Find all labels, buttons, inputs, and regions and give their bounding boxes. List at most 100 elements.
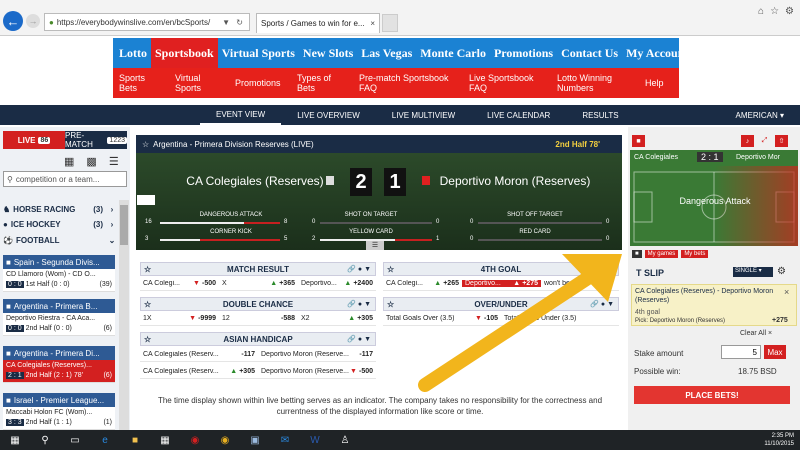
odd-cell[interactable]: 12 -588: [219, 315, 298, 322]
tab-my-games[interactable]: My games: [644, 250, 679, 258]
match-row-selected[interactable]: CA Colegiales (Reserves)... 2 : 1 2nd Ha…: [3, 360, 115, 383]
tab-live-calendar[interactable]: LIVE CALENDAR: [471, 105, 566, 125]
expand-handle-icon[interactable]: ☰: [366, 241, 384, 250]
subnav-prematch-faq[interactable]: Pre-match Sportsbook FAQ: [353, 68, 463, 98]
odd-cell[interactable]: CA Colegi... ▲ +265: [383, 280, 462, 287]
subnav-live-faq[interactable]: Live Sportsbook FAQ: [463, 68, 551, 98]
sound-icon[interactable]: ♪: [741, 135, 754, 147]
windows-start-icon[interactable]: ▦: [5, 433, 25, 447]
nav-promotions[interactable]: Promotions: [490, 38, 557, 68]
photos-icon[interactable]: ▣: [245, 433, 265, 447]
file-explorer-icon[interactable]: ■: [125, 433, 145, 447]
nav-monte-carlo[interactable]: Monte Carlo: [416, 38, 490, 68]
sport-horse-racing[interactable]: ♞ HORSE RACING (3) ›: [0, 203, 118, 215]
store-icon[interactable]: ▦: [155, 433, 175, 447]
list-view-icon[interactable]: ☰: [109, 155, 119, 168]
subnav-promotions[interactable]: Promotions: [229, 68, 291, 98]
market-4th-goal-title[interactable]: ☆ 4TH GOAL 🔗 ● ▼: [383, 262, 619, 276]
remove-selection-icon[interactable]: ×: [784, 287, 789, 297]
calendar-icon[interactable]: ▦: [64, 155, 74, 168]
star-icon[interactable]: ☆: [144, 335, 151, 344]
subnav-virtual-sports[interactable]: Virtual Sports: [169, 68, 229, 98]
new-tab-button[interactable]: [382, 14, 398, 32]
odd-cell[interactable]: Total Goals Over (3.5) ▼ -105: [383, 315, 501, 322]
tab-my-bets[interactable]: My bets: [681, 250, 709, 258]
prematch-button[interactable]: PRE-MATCH 1223: [65, 131, 127, 149]
chrome-icon[interactable]: ◉: [215, 433, 235, 447]
star-icon[interactable]: ☆: [144, 265, 151, 274]
star-icon[interactable]: ☆: [387, 265, 394, 274]
nav-new-slots[interactable]: New Slots: [299, 38, 357, 68]
nav-las-vegas[interactable]: Las Vegas: [357, 38, 416, 68]
match-row[interactable]: Deportivo Riestra - CA Aca... 0 : 0 2nd …: [3, 313, 115, 336]
tab-live-multiview[interactable]: LIVE MULTIVIEW: [376, 105, 471, 125]
clear-all-button[interactable]: Clear All ×: [740, 330, 772, 337]
mail-icon[interactable]: ✉: [275, 433, 295, 447]
live-button[interactable]: LIVE 86: [3, 131, 65, 149]
odd-cell[interactable]: Total Goals Under (3.5): [501, 315, 619, 322]
close-tab-icon[interactable]: ×: [367, 19, 375, 28]
settings-icon[interactable]: ⚙: [777, 266, 786, 277]
search-icon[interactable]: ⚲: [35, 433, 55, 447]
market-options-icon[interactable]: 🔗 ● ▼: [347, 300, 371, 308]
settings-icon[interactable]: ⚙: [785, 6, 794, 17]
odd-cell[interactable]: CA Colegiales (Reserv... ▲ +305: [140, 368, 258, 375]
sport-ice-hockey[interactable]: ● ICE HOCKEY (3) ›: [0, 218, 118, 230]
nav-sportsbook[interactable]: Sportsbook: [151, 38, 218, 68]
subnav-sports-bets[interactable]: Sports Bets: [113, 68, 169, 98]
market-asian-handicap-title[interactable]: ☆ ASIAN HANDICAP 🔗 ● ▼: [140, 332, 376, 346]
star-icon[interactable]: ☆: [387, 300, 394, 309]
match-row[interactable]: CD Llamoro (Wom) - CD O... 0 : 0 1st Hal…: [3, 269, 115, 292]
browser-tab[interactable]: Sports / Games to win for e... ×: [256, 13, 380, 33]
odd-cell[interactable]: X ▲ +365: [219, 280, 298, 287]
expand-icon[interactable]: ⤢: [758, 135, 771, 147]
system-tray-clock[interactable]: 2:35 PM 11/10/2015: [764, 432, 794, 448]
app-icon[interactable]: ♙: [335, 433, 355, 447]
address-bar[interactable]: ● https://everybodywinslive.com/en/bcSpo…: [44, 13, 250, 31]
market-over-under-title[interactable]: ☆ OVER/UNDER 🔗 ● ▼: [383, 297, 619, 311]
address-controls-icon[interactable]: ▼ ↻: [222, 18, 249, 27]
market-options-icon[interactable]: 🔗 ● ▼: [347, 265, 371, 273]
market-match-result-title[interactable]: ☆ MATCH RESULT 🔗 ● ▼: [140, 262, 376, 276]
home-icon[interactable]: ⌂: [758, 6, 764, 17]
back-button[interactable]: ←: [3, 11, 23, 31]
odd-cell[interactable]: Deportivo Moron (Reserve... ▼ -500: [258, 368, 376, 375]
league-spain-segunda[interactable]: ■ Spain - Segunda Divis...: [3, 255, 115, 269]
nav-contact-us[interactable]: Contact Us: [557, 38, 622, 68]
league-israel-premier[interactable]: ■ Israel - Premier League...: [3, 393, 115, 407]
star-icon[interactable]: ☆: [144, 300, 151, 309]
stake-input[interactable]: [721, 345, 761, 359]
language-select[interactable]: AMERICAN ▾: [736, 111, 784, 120]
task-view-icon[interactable]: ▭: [65, 433, 85, 447]
market-options-icon[interactable]: 🔗 ● ▼: [347, 335, 371, 343]
grid-view-icon[interactable]: ▩: [86, 155, 96, 168]
market-options-icon[interactable]: 🔗 ● ▼: [590, 300, 614, 308]
word-icon[interactable]: W: [305, 433, 325, 447]
tab-event-view[interactable]: EVENT VIEW: [200, 105, 282, 125]
market-double-chance-title[interactable]: ☆ DOUBLE CHANCE 🔗 ● ▼: [140, 297, 376, 311]
betslip-icon[interactable]: ■: [632, 250, 642, 258]
media-icon[interactable]: ◉: [185, 433, 205, 447]
place-bets-button[interactable]: PLACE BETS!: [634, 386, 790, 404]
league-argentina-primera-division[interactable]: ■ Argentina - Primera Di...: [3, 346, 115, 360]
nav-lotto[interactable]: Lotto: [115, 38, 151, 68]
search-input[interactable]: ⚲ competition or a team...: [3, 171, 127, 187]
sport-football[interactable]: ⚽ FOOTBALL ⌄: [0, 234, 118, 246]
nav-my-account[interactable]: My Account: [622, 38, 692, 68]
subnav-help[interactable]: Help: [639, 68, 675, 98]
odd-cell[interactable]: Deportivo Moron (Reserve... -117: [258, 351, 376, 358]
nav-virtual-sports[interactable]: Virtual Sports: [218, 38, 299, 68]
forward-button[interactable]: →: [26, 14, 40, 28]
subnav-types-of-bets[interactable]: Types of Bets: [291, 68, 353, 98]
odd-cell[interactable]: CA Colegi... ▼ -500: [140, 280, 219, 287]
sidebar-scroll-thumb[interactable]: [120, 205, 128, 245]
league-argentina-primera-b[interactable]: ■ Argentina - Primera B...: [3, 299, 115, 313]
collapse-toggle[interactable]: [137, 195, 155, 205]
star-icon[interactable]: ☆: [142, 140, 149, 149]
tab-live-overview[interactable]: LIVE OVERVIEW: [281, 105, 376, 125]
subnav-lotto-numbers[interactable]: Lotto Winning Numbers: [551, 68, 639, 98]
odd-cell[interactable]: CA Colegiales (Reserv... -117: [140, 351, 258, 358]
odd-cell[interactable]: Deportivo... ▲ +2400: [298, 280, 376, 287]
max-stake-button[interactable]: Max: [764, 345, 786, 359]
match-row[interactable]: Maccabi Holon FC (Wom)... 3 : 3 2nd Half…: [3, 407, 115, 430]
